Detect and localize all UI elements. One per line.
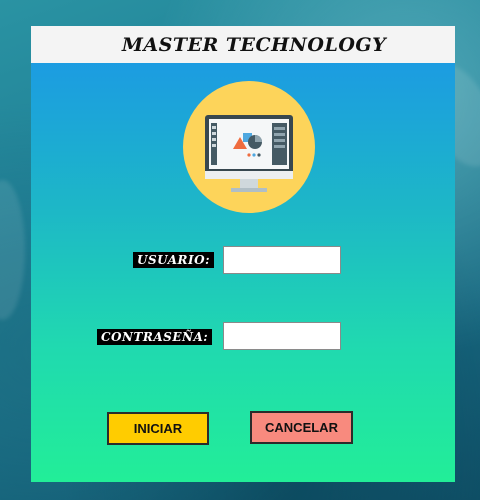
start-button[interactable]: INICIAR [107, 412, 209, 445]
login-window: MASTER TECHNOLOGY USUARIO: CONTRASEÑA: I… [31, 26, 455, 482]
title-bar: MASTER TECHNOLOGY [31, 26, 455, 63]
password-input[interactable] [223, 322, 341, 350]
password-label: CONTRASEÑA: [97, 329, 213, 345]
cancel-button[interactable]: CANCELAR [250, 411, 353, 444]
window-title: MASTER TECHNOLOGY [121, 33, 387, 56]
monitor-design-icon [183, 81, 315, 213]
username-label: USUARIO: [133, 252, 215, 268]
background-highlight [0, 180, 25, 320]
username-input[interactable] [223, 246, 341, 274]
